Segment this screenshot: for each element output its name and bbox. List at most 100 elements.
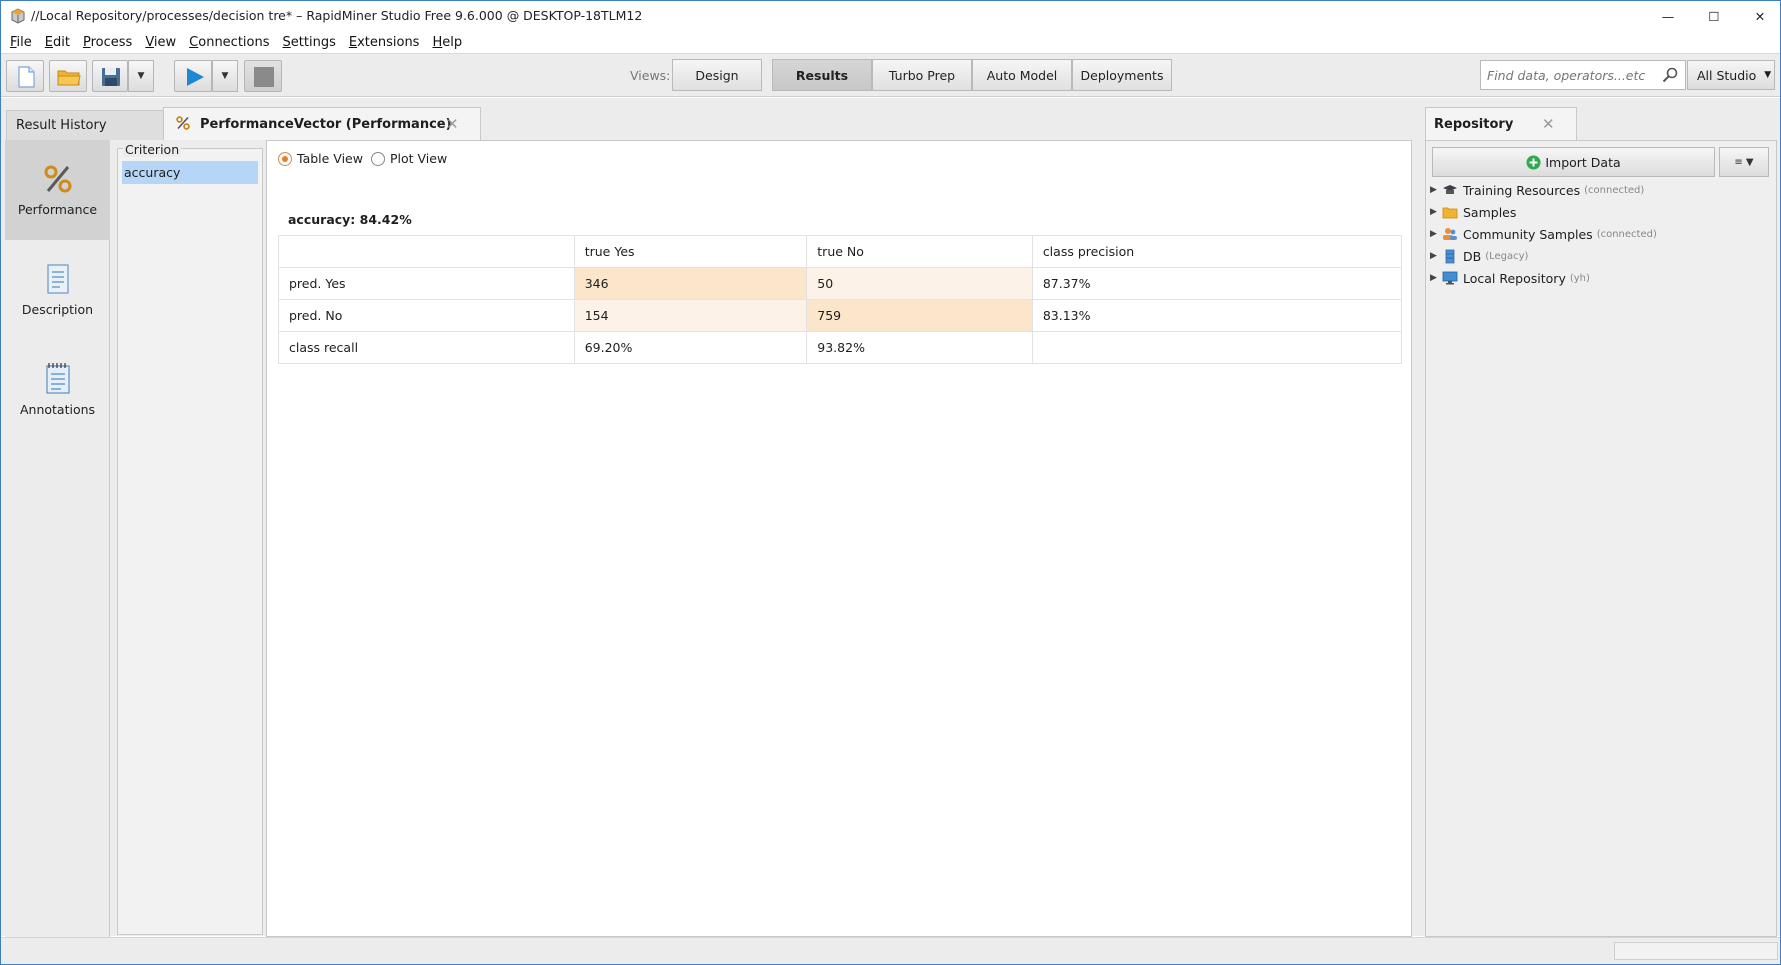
repo-item-community-samples[interactable]: ▶ Community Samples (connected) — [1430, 223, 1657, 245]
table-cell: 87.37% — [1031, 267, 1403, 300]
repo-item-training-resources[interactable]: ▶ Training Resources (connected) — [1430, 179, 1644, 201]
table-view-radio[interactable]: Table View — [278, 151, 363, 166]
sidenav-label: Description — [21, 302, 94, 317]
menu-mnemonic: P — [82, 34, 91, 50]
plus-circle-icon — [1526, 155, 1541, 169]
search-icon[interactable] — [1662, 67, 1678, 83]
rapidminer-logo-icon — [11, 8, 25, 24]
window-title: //Local Repository/processes/decision tr… — [31, 8, 643, 23]
menu-label: dit — [53, 34, 70, 50]
row-label: class recall — [278, 331, 575, 364]
menu-mnemonic: E — [44, 34, 53, 50]
radio-label: Table View — [297, 151, 363, 166]
sidenav-label: Performance — [17, 202, 98, 217]
menu-mnemonic: V — [145, 34, 154, 50]
maximize-button[interactable]: ☐ — [1691, 1, 1737, 31]
table-cell: 69.20% — [573, 331, 808, 364]
maximize-icon: ☐ — [1708, 8, 1720, 24]
repo-item-tag: (connected) — [1584, 184, 1645, 196]
view-turbo-prep-tab[interactable]: Turbo Prep — [872, 59, 972, 91]
run-process-button[interactable] — [174, 60, 212, 92]
minimize-icon: — — [1661, 8, 1675, 24]
menu-view[interactable]: View — [145, 35, 176, 50]
repo-item-local-repository[interactable]: ▶ Local Repository (yh) — [1430, 267, 1590, 289]
status-field — [1614, 942, 1778, 960]
view-deployments-tab[interactable]: Deployments — [1072, 59, 1172, 91]
table-cell: 759 — [806, 299, 1033, 332]
repository-menu-button[interactable]: ≡ ▼ — [1719, 147, 1769, 177]
menu-file[interactable]: File — [10, 35, 32, 50]
graduation-cap-icon — [1441, 182, 1459, 198]
sidenav-description[interactable]: Description — [5, 240, 110, 340]
view-design-tab[interactable]: Design — [672, 59, 762, 91]
criterion-panel: Criterion accuracy — [117, 142, 263, 935]
minimize-button[interactable]: — — [1645, 1, 1691, 31]
tab-performance-vector[interactable]: PerformanceVector (Performance) ✕ — [163, 107, 481, 140]
menu-process[interactable]: Process — [83, 35, 132, 50]
menu-icon: ≡ ▼ — [1734, 156, 1754, 168]
tab-result-history[interactable]: Result History — [6, 110, 164, 140]
global-search-box — [1480, 60, 1686, 90]
percent-icon — [176, 116, 190, 134]
global-search-input[interactable] — [1485, 66, 1655, 84]
header-cell: class precision — [1031, 235, 1403, 268]
repo-item-tag: (connected) — [1596, 228, 1657, 240]
close-tab-icon[interactable]: ✕ — [446, 115, 459, 133]
sidenav-annotations[interactable]: Annotations — [5, 340, 110, 440]
expand-arrow-icon[interactable]: ▶ — [1430, 273, 1441, 283]
tab-label: PerformanceVector (Performance) — [200, 117, 452, 132]
radio-unselected-icon — [371, 151, 385, 166]
menu-edit[interactable]: Edit — [45, 35, 70, 50]
header-cell: true Yes — [573, 235, 808, 268]
tab-repository[interactable]: Repository ✕ — [1425, 107, 1577, 140]
table-row: pred. Yes 346 50 87.37% — [278, 267, 1403, 300]
criterion-item-accuracy[interactable]: accuracy — [122, 161, 258, 184]
view-results-tab[interactable]: Results — [772, 59, 872, 91]
chevron-down-icon: ▼ — [1764, 70, 1772, 80]
stop-process-button[interactable] — [244, 60, 282, 92]
repo-item-db[interactable]: ▶ DB (Legacy) — [1430, 245, 1528, 267]
stop-icon — [254, 67, 274, 87]
table-cell: 50 — [806, 267, 1033, 300]
repo-item-tag: (yh) — [1569, 272, 1590, 284]
menu-help[interactable]: Help — [432, 35, 462, 50]
import-data-button[interactable]: Import Data — [1432, 147, 1715, 177]
radio-label: Plot View — [390, 151, 448, 166]
table-cell: 346 — [573, 267, 808, 300]
repo-item-samples[interactable]: ▶ Samples — [1430, 201, 1516, 223]
new-process-button[interactable] — [6, 60, 44, 92]
search-scope-label: All Studio — [1697, 67, 1757, 83]
menu-label: xtensions — [357, 34, 420, 50]
sidenav-performance[interactable]: Performance — [5, 140, 110, 240]
chevron-down-icon: ▼ — [137, 71, 145, 81]
menu-connections[interactable]: Connections — [189, 35, 269, 50]
save-icon — [102, 68, 120, 86]
menu-extensions[interactable]: Extensions — [349, 35, 420, 50]
save-options-dropdown[interactable]: ▼ — [128, 60, 154, 92]
expand-arrow-icon[interactable]: ▶ — [1430, 251, 1441, 261]
repo-item-label: Training Resources — [1463, 182, 1581, 198]
performance-view: Table View Plot View accuracy: 84.42% tr… — [266, 140, 1412, 937]
open-process-button[interactable] — [49, 60, 87, 92]
close-window-button[interactable]: ✕ — [1737, 1, 1781, 31]
view-auto-model-tab[interactable]: Auto Model — [972, 59, 1072, 91]
save-process-button[interactable] — [92, 60, 128, 92]
repo-item-label: DB — [1463, 248, 1482, 264]
close-tab-icon[interactable]: ✕ — [1542, 115, 1555, 133]
table-row: class recall 69.20% 93.82% — [278, 331, 1403, 364]
expand-arrow-icon[interactable]: ▶ — [1430, 207, 1441, 217]
menu-label: ile — [16, 34, 32, 50]
result-sidenav: Performance Description Annotations — [5, 140, 110, 937]
menu-mnemonic: H — [432, 34, 443, 50]
repo-item-label: Local Repository — [1463, 270, 1566, 286]
expand-arrow-icon[interactable]: ▶ — [1430, 229, 1441, 239]
plot-view-radio[interactable]: Plot View — [371, 151, 447, 166]
expand-arrow-icon[interactable]: ▶ — [1430, 185, 1441, 195]
percent-icon — [44, 162, 72, 194]
table-cell: 93.82% — [806, 331, 1033, 364]
menu-bar: File Edit Process View Connections Setti… — [1, 31, 1780, 53]
row-label: pred. Yes — [278, 267, 575, 300]
run-options-dropdown[interactable]: ▼ — [212, 60, 238, 92]
menu-settings[interactable]: Settings — [283, 35, 336, 50]
search-scope-dropdown[interactable]: All Studio ▼ — [1687, 60, 1775, 90]
